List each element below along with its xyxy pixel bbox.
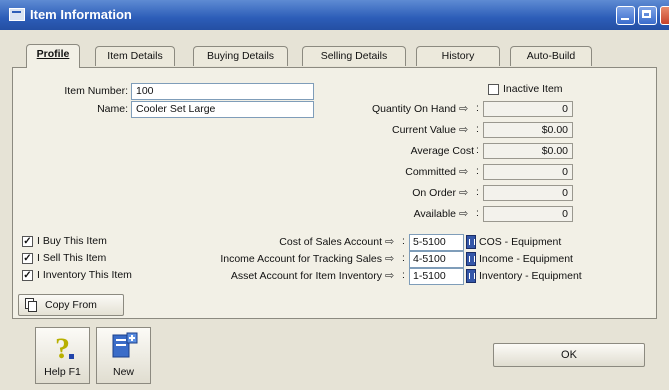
on-order-label: On Order [412, 187, 456, 199]
asset-account-input[interactable]: 1-5100 [409, 268, 464, 285]
available-label: Available [413, 208, 456, 220]
committed-label: Committed [405, 166, 456, 178]
cos-account-name: COS - Equipment [479, 236, 562, 248]
tab-auto-build[interactable]: Auto-Build [510, 46, 592, 66]
minimize-button[interactable] [616, 6, 635, 25]
list-select-icon[interactable] [466, 269, 476, 283]
income-account-name: Income - Equipment [479, 253, 573, 265]
quantity-on-hand-value: 0 [483, 101, 573, 117]
asset-account-name: Inventory - Equipment [479, 270, 582, 282]
zoom-arrow-icon[interactable]: ⇨ [459, 165, 468, 178]
copy-from-button[interactable]: Copy From [18, 294, 124, 316]
available-value: 0 [483, 206, 573, 222]
zoom-arrow-icon[interactable]: ⇨ [385, 252, 394, 265]
list-select-icon[interactable] [466, 252, 476, 266]
copy-from-label: Copy From [45, 299, 97, 311]
zoom-arrow-icon[interactable]: ⇨ [385, 269, 394, 282]
cos-account-label: Cost of Sales Account [279, 236, 382, 248]
quantity-on-hand-label: Quantity On Hand [371, 103, 456, 115]
inventory-item-label: I Inventory This Item [37, 269, 132, 281]
zoom-arrow-icon[interactable]: ⇨ [459, 186, 468, 199]
name-input[interactable]: Cooler Set Large [131, 101, 314, 118]
new-label: New [112, 366, 134, 378]
sell-item-checkbox[interactable]: ✓ [22, 253, 33, 264]
average-cost-label: Average Cost [410, 145, 474, 157]
maximize-button[interactable] [638, 6, 657, 25]
inactive-item-label: Inactive Item [503, 83, 563, 95]
current-value-label: Current Value [391, 124, 456, 136]
tab-profile[interactable]: Profile [26, 44, 80, 68]
inventory-item-checkbox[interactable]: ✓ [22, 270, 33, 281]
tab-history[interactable]: History [416, 46, 500, 66]
window-title: Item Information [30, 7, 132, 22]
app-icon [9, 8, 25, 21]
inactive-item-checkbox[interactable] [488, 84, 499, 95]
zoom-arrow-icon[interactable]: ⇨ [459, 102, 468, 115]
sell-item-label: I Sell This Item [37, 252, 107, 264]
cos-account-input[interactable]: 5-5100 [409, 234, 464, 251]
name-label: Name: [97, 103, 128, 115]
help-icon: ? [55, 332, 74, 362]
buy-item-label: I Buy This Item [37, 235, 107, 247]
new-button[interactable]: New [96, 327, 151, 384]
list-select-icon[interactable] [466, 235, 476, 249]
buy-item-checkbox[interactable]: ✓ [22, 236, 33, 247]
asset-account-label: Asset Account for Item Inventory [230, 270, 382, 282]
zoom-arrow-icon[interactable]: ⇨ [385, 235, 394, 248]
copy-icon [25, 298, 37, 312]
tab-buying-details[interactable]: Buying Details [193, 46, 288, 66]
tab-item-details[interactable]: Item Details [95, 46, 175, 66]
help-label: Help F1 [44, 366, 81, 378]
zoom-arrow-icon[interactable]: ⇨ [459, 207, 468, 220]
average-cost-value: $0.00 [483, 143, 573, 159]
new-item-icon [112, 332, 138, 358]
zoom-arrow-icon[interactable]: ⇨ [459, 123, 468, 136]
committed-value: 0 [483, 164, 573, 180]
svg-text:?: ? [55, 332, 70, 362]
close-button[interactable] [660, 6, 669, 25]
item-number-input[interactable]: 100 [131, 83, 314, 100]
ok-button[interactable]: OK [493, 343, 645, 367]
item-number-label: Item Number: [64, 85, 128, 97]
income-account-input[interactable]: 4-5100 [409, 251, 464, 268]
title-bar: Item Information [0, 0, 669, 30]
income-account-label: Income Account for Tracking Sales [220, 253, 382, 265]
help-button[interactable]: ? Help F1 [35, 327, 90, 384]
tab-selling-details[interactable]: Selling Details [302, 46, 406, 66]
on-order-value: 0 [483, 185, 573, 201]
current-value-value: $0.00 [483, 122, 573, 138]
